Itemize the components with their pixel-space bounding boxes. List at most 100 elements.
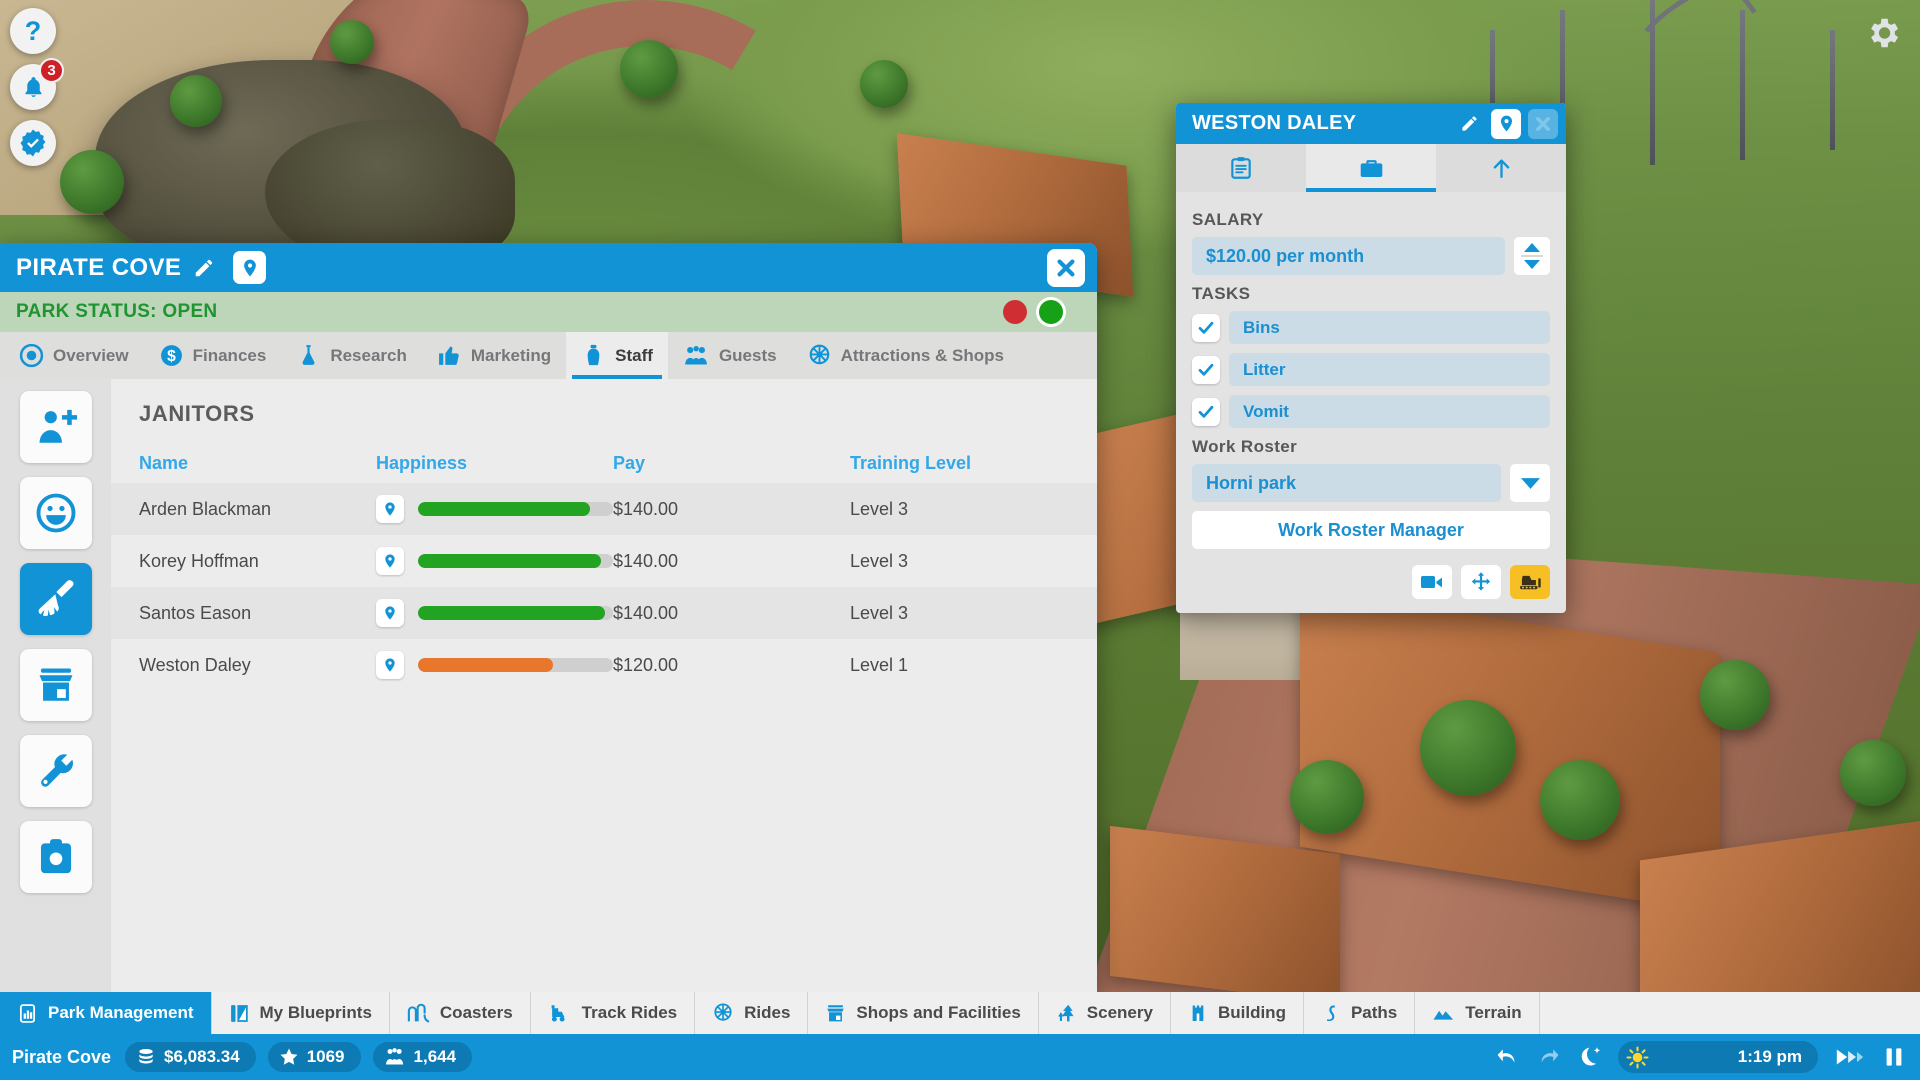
work-roster-value[interactable]: Horni park	[1192, 464, 1501, 502]
tab-staff[interactable]: Staff	[566, 332, 668, 379]
salary-stepper[interactable]	[1514, 237, 1550, 275]
objectives-button[interactable]	[10, 120, 56, 166]
tab-attractions-shops[interactable]: Attractions & Shops	[792, 332, 1019, 379]
locate-staff-button[interactable]	[376, 651, 404, 679]
broom-icon	[38, 580, 74, 617]
locate-staff-button[interactable]	[376, 547, 404, 575]
table-row[interactable]: Arden Blackman $140.00 Level 3	[111, 483, 1097, 535]
tab-finances[interactable]: $ Finances	[144, 332, 282, 379]
tree	[1290, 760, 1364, 834]
nav-shops-facilities[interactable]: Shops and Facilities	[808, 992, 1039, 1034]
move-arrows-icon	[1471, 572, 1491, 591]
nav-my-blueprints[interactable]: My Blueprints	[212, 992, 390, 1034]
task-label-bins[interactable]: Bins	[1229, 311, 1550, 344]
task-checkbox-vomit[interactable]	[1192, 397, 1220, 426]
staff-rename-button[interactable]	[1454, 109, 1484, 139]
sidebar-item-mechanics[interactable]	[19, 735, 92, 807]
pencil-icon[interactable]	[193, 257, 215, 279]
redo-button[interactable]	[1536, 1045, 1562, 1069]
task-label-litter[interactable]: Litter	[1229, 353, 1550, 386]
tree-icon	[1057, 1004, 1074, 1021]
briefcase-icon	[1360, 159, 1382, 177]
nav-terrain[interactable]: Terrain	[1415, 992, 1540, 1034]
path-icon	[1326, 1005, 1335, 1021]
tab-marketing-label: Marketing	[470, 345, 552, 365]
help-button[interactable]: ?	[10, 8, 56, 54]
happiness-bar-fill	[418, 502, 590, 516]
park-close-button[interactable]	[1047, 248, 1085, 287]
park-rating-value: 1069	[306, 1047, 345, 1066]
park-closed-light[interactable]	[1003, 300, 1027, 324]
work-roster-dropdown-button[interactable]	[1510, 464, 1550, 502]
tab-guests-label: Guests	[718, 345, 777, 365]
tab-overview[interactable]: Overview	[4, 332, 144, 379]
stepper-divider	[1521, 255, 1543, 257]
money-indicator[interactable]: $6,083.34	[125, 1042, 256, 1072]
fire-staff-button[interactable]	[1510, 565, 1550, 599]
chevron-down-icon	[1520, 477, 1540, 489]
tree	[860, 60, 908, 108]
park-locate-button[interactable]	[233, 251, 267, 284]
tab-research[interactable]: Research	[281, 332, 422, 379]
staff-name: Korey Hoffman	[139, 550, 259, 571]
staff-tab-job[interactable]	[1306, 144, 1436, 192]
tree	[620, 40, 678, 98]
tab-marketing[interactable]: Marketing	[422, 332, 566, 379]
sidebar-item-security[interactable]	[19, 821, 92, 893]
money-value: $6,083.34	[164, 1047, 240, 1066]
table-row[interactable]: Weston Daley $120.00 Level 1	[111, 639, 1097, 691]
undo-icon	[1497, 1049, 1515, 1063]
nav-rides[interactable]: Rides	[695, 992, 809, 1034]
nav-scenery[interactable]: Scenery	[1039, 992, 1171, 1034]
table-row[interactable]: Korey Hoffman $140.00 Level 3	[111, 535, 1097, 587]
fast-forward-button[interactable]	[1834, 1045, 1866, 1069]
staff-pay: $140.00	[613, 498, 679, 519]
move-staff-button[interactable]	[1461, 565, 1501, 599]
table-row[interactable]: Santos Eason $140.00 Level 3	[111, 587, 1097, 639]
locate-staff-button[interactable]	[376, 495, 404, 523]
park-rating-indicator[interactable]: 1069	[267, 1042, 361, 1072]
game-clock[interactable]: 1:19 pm	[1618, 1041, 1818, 1073]
task-checkbox-litter[interactable]	[1192, 355, 1220, 384]
notifications-button[interactable]: 3	[10, 58, 64, 110]
nav-coasters[interactable]: Coasters	[390, 992, 531, 1034]
locate-staff-button[interactable]	[376, 599, 404, 627]
clipboard-icon	[40, 839, 71, 874]
sidebar-item-entertainers[interactable]	[19, 477, 92, 549]
sidebar-item-hire[interactable]	[19, 391, 92, 463]
guest-count-indicator[interactable]: 1,644	[372, 1042, 473, 1072]
nav-building[interactable]: Building	[1171, 992, 1304, 1034]
happiness-bar	[418, 554, 613, 568]
tab-guests[interactable]: Guests	[668, 332, 792, 379]
tab-attractions-label: Attractions & Shops	[840, 345, 1004, 365]
chevron-down-icon[interactable]	[1524, 260, 1540, 269]
happiness-bar	[418, 658, 613, 672]
nav-track-rides[interactable]: Track Rides	[531, 992, 696, 1034]
day-night-toggle[interactable]	[1578, 1045, 1602, 1069]
tab-finances-label: Finances	[192, 345, 267, 365]
camera-follow-button[interactable]	[1412, 565, 1452, 599]
sidebar-item-janitors[interactable]	[19, 563, 92, 635]
staff-tab-info[interactable]	[1176, 144, 1306, 192]
task-checkbox-bins[interactable]	[1192, 313, 1220, 342]
task-label-vomit[interactable]: Vomit	[1229, 395, 1550, 428]
pause-icon	[1886, 1048, 1902, 1066]
work-roster-manager-button[interactable]: Work Roster Manager	[1192, 511, 1550, 549]
sidebar-item-vendors[interactable]	[19, 649, 92, 721]
chevron-up-icon[interactable]	[1524, 243, 1540, 252]
park-open-light[interactable]	[1039, 300, 1063, 324]
nav-park-management[interactable]: Park Management	[0, 992, 212, 1034]
staff-panel-close-button[interactable]	[1528, 108, 1558, 139]
staff-locate-button[interactable]	[1491, 108, 1521, 139]
pause-button[interactable]	[1882, 1045, 1906, 1069]
park-status-text: PARK STATUS: OPEN	[16, 301, 218, 322]
building-roof-5	[1110, 825, 1340, 1005]
staff-panel-actions	[1454, 108, 1558, 139]
undo-button[interactable]	[1494, 1045, 1520, 1069]
video-camera-icon	[1421, 576, 1442, 588]
settings-button[interactable]	[1860, 10, 1906, 56]
shop-icon	[827, 1004, 845, 1021]
staff-tab-promotion[interactable]	[1436, 144, 1566, 192]
question-mark-icon: ?	[24, 15, 42, 46]
nav-paths[interactable]: Paths	[1304, 992, 1416, 1034]
